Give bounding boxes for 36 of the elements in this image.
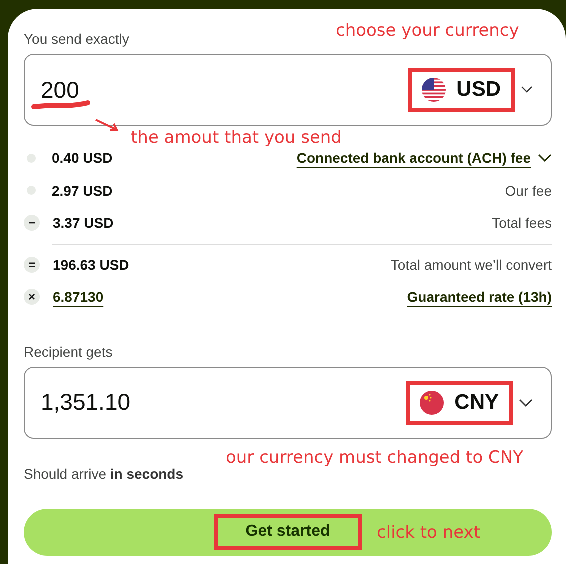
chevron-icon[interactable]	[521, 86, 533, 94]
arrival-text: Should arrive in seconds	[24, 466, 184, 482]
annotation-note: click to next	[377, 523, 481, 543]
flag-icon	[422, 78, 446, 102]
step-icon: =	[24, 256, 40, 273]
currency-code: USD	[456, 78, 501, 102]
currency-picker[interactable]: USD	[412, 72, 511, 108]
step-icon: ×	[24, 289, 40, 306]
annotation-note: choose your currency	[336, 21, 520, 41]
fee-label: Total amount we’ll convert	[390, 256, 552, 273]
annotation-note: the amout that you send	[131, 128, 342, 148]
amount-field[interactable]: 200 USD	[24, 54, 552, 126]
chevron-icon[interactable]	[538, 154, 552, 162]
amount-text: 0.40 USD	[52, 150, 113, 166]
amount-field[interactable]: 1,351.10 CNY	[24, 366, 552, 438]
chevron-icon[interactable]	[519, 398, 533, 406]
fee-link[interactable]: Guaranteed rate (13h)	[407, 289, 552, 306]
field-label: You send exactly	[24, 31, 130, 47]
amount-text: 2.97 USD	[52, 182, 113, 199]
rate-link[interactable]: 6.87130	[53, 289, 104, 306]
amount-text: 3.37 USD	[53, 215, 114, 232]
step-icon	[27, 154, 36, 163]
flag-icon	[420, 390, 444, 414]
arrow-icon	[95, 119, 121, 133]
currency-picker[interactable]: CNY	[410, 384, 509, 420]
annotation-note: our currency must changed to CNY	[226, 448, 524, 468]
amount-text: 196.63 USD	[53, 256, 130, 273]
step-icon: −	[24, 215, 40, 232]
amount-value: 1,351.10	[41, 389, 132, 416]
fee-label: Our fee	[505, 182, 552, 199]
field-label: Recipient gets	[24, 344, 113, 360]
amount-value: 200	[41, 76, 80, 104]
step-icon	[27, 186, 36, 196]
fee-label: Total fees	[492, 215, 552, 232]
currency-code: CNY	[454, 390, 499, 414]
fee-link[interactable]: Connected bank account (ACH) fee	[296, 150, 531, 166]
